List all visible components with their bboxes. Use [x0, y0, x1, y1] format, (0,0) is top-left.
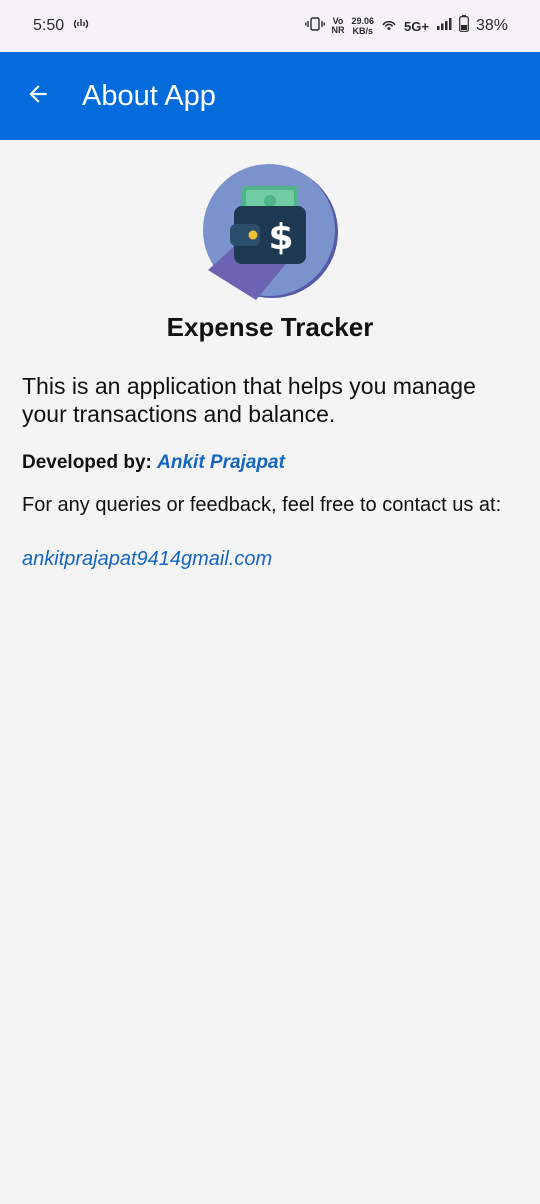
- app-name: Expense Tracker: [166, 312, 374, 342]
- net-speed: 29.06 KB/s: [352, 16, 375, 36]
- page-title: About App: [82, 79, 216, 112]
- back-button[interactable]: [14, 72, 62, 120]
- status-left: 5:50: [33, 17, 90, 36]
- hotspot-icon: [72, 17, 90, 36]
- svg-text:$: $: [268, 217, 293, 258]
- developer-line: Developed by: Ankit Prajapat: [22, 452, 522, 474]
- status-time: 5:50: [33, 17, 65, 34]
- net-speed-value: 29.06: [351, 16, 375, 26]
- app-description: This is an application that helps you ma…: [22, 373, 476, 427]
- volte-bottom: NR: [331, 25, 345, 35]
- battery-icon: [459, 15, 469, 37]
- wifi-calling-icon: [381, 17, 397, 36]
- arrow-left-icon: [25, 81, 51, 112]
- app-bar: About App: [0, 52, 540, 140]
- status-right: Vo NR 29.06 KB/s 5G+ 38%: [304, 15, 508, 37]
- status-bar: 5:50 Vo NR 29.06 KB/s 5G+ 38%: [0, 0, 540, 52]
- vibrate-icon: [304, 16, 325, 36]
- developer-name-link[interactable]: Ankit Prajapat: [157, 452, 285, 473]
- app-logo: $: [198, 158, 342, 302]
- battery-percent: 38%: [475, 17, 508, 34]
- wallet-dollar-icon: $: [198, 164, 342, 306]
- signal-icon: [436, 17, 452, 36]
- volte-indicator: Vo NR: [332, 17, 345, 35]
- net-speed-unit: KB/s: [352, 26, 374, 36]
- network-type: 5G+: [404, 18, 429, 34]
- contact-text: For any queries or feedback, feel free t…: [22, 494, 502, 516]
- email-link[interactable]: ankitprajapat9414gmail.com: [22, 548, 272, 571]
- developed-by-label: Developed by:: [22, 452, 152, 473]
